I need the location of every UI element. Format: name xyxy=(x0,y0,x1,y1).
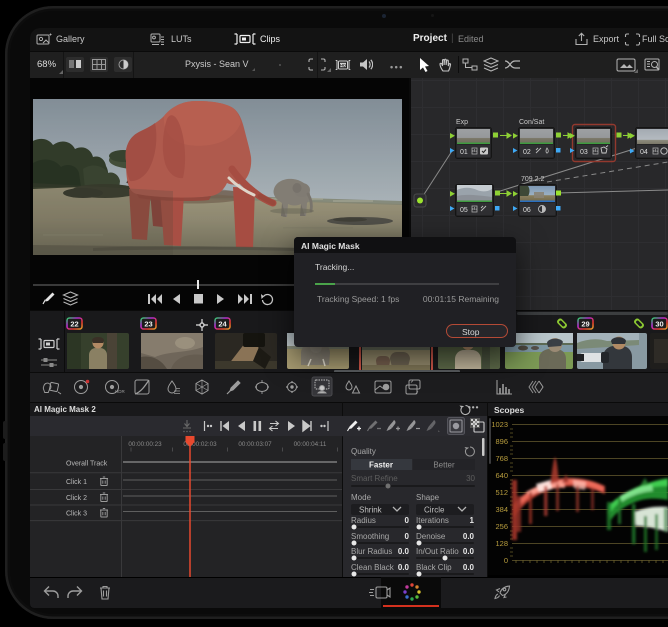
svg-text:Faster: Faster xyxy=(369,461,393,470)
svg-text:Smoothing: Smoothing xyxy=(351,532,389,541)
svg-text:Denoise: Denoise xyxy=(416,532,446,541)
svg-text:0.0: 0.0 xyxy=(398,563,410,572)
svg-text:Better: Better xyxy=(433,461,455,470)
svg-text:HQ: HQ xyxy=(340,63,346,68)
svg-text:Con/Sat: Con/Sat xyxy=(519,119,544,126)
svg-text:0.0: 0.0 xyxy=(463,547,475,556)
svg-text:Circle: Circle xyxy=(424,506,445,515)
svg-text:Overall Track: Overall Track xyxy=(66,461,108,468)
svg-text:24: 24 xyxy=(218,320,227,329)
svg-text:768: 768 xyxy=(495,454,508,463)
svg-text:23: 23 xyxy=(144,320,152,329)
svg-text:00:00:00:23: 00:00:00:23 xyxy=(128,441,162,448)
svg-text:709 2.2: 709 2.2 xyxy=(521,176,544,183)
svg-text:00:00:04:11: 00:00:04:11 xyxy=(294,441,327,448)
svg-text:00:00:03:07: 00:00:03:07 xyxy=(238,441,272,448)
svg-text:02: 02 xyxy=(523,149,531,156)
svg-text:Blur Radius: Blur Radius xyxy=(351,547,392,556)
svg-text:Shape: Shape xyxy=(416,493,440,502)
svg-text:640: 640 xyxy=(495,471,508,480)
svg-text:04: 04 xyxy=(640,149,648,156)
svg-text:29: 29 xyxy=(581,320,589,329)
svg-text:Iterations: Iterations xyxy=(416,516,449,525)
svg-text:01: 01 xyxy=(460,149,468,156)
svg-text:512: 512 xyxy=(495,488,508,497)
svg-text:Click 3: Click 3 xyxy=(66,511,87,518)
svg-text:Exp: Exp xyxy=(456,119,468,126)
svg-text:1: 1 xyxy=(470,516,475,525)
svg-text:896: 896 xyxy=(495,437,508,446)
svg-text:0: 0 xyxy=(504,556,508,565)
svg-text:0.0: 0.0 xyxy=(398,547,410,556)
svg-text:384: 384 xyxy=(495,505,508,514)
svg-text:Click 1: Click 1 xyxy=(66,479,87,486)
svg-text:Mode: Mode xyxy=(351,493,372,502)
svg-text:03: 03 xyxy=(580,149,588,156)
svg-text:Radius: Radius xyxy=(351,516,376,525)
svg-text:Click 2: Click 2 xyxy=(66,495,87,502)
svg-text:30: 30 xyxy=(466,474,475,483)
svg-text:Quality: Quality xyxy=(351,447,376,456)
svg-text:256: 256 xyxy=(495,522,508,531)
svg-text:0: 0 xyxy=(405,516,410,525)
svg-text:128: 128 xyxy=(495,539,508,548)
svg-text:HDR: HDR xyxy=(115,389,125,394)
svg-text:Smart Refine: Smart Refine xyxy=(351,474,398,483)
svg-text:06: 06 xyxy=(523,207,531,214)
svg-text:1023: 1023 xyxy=(491,420,508,429)
svg-text:Clean Black: Clean Black xyxy=(351,563,395,572)
svg-text:0.0: 0.0 xyxy=(463,532,475,541)
svg-text:22: 22 xyxy=(70,320,78,329)
svg-text:05: 05 xyxy=(460,207,468,214)
svg-text:0.0: 0.0 xyxy=(463,563,475,572)
svg-text:30: 30 xyxy=(655,320,663,329)
svg-text:Shrink: Shrink xyxy=(359,506,383,515)
svg-text:0: 0 xyxy=(405,532,410,541)
svg-text:Black Clip: Black Clip xyxy=(416,563,452,572)
svg-text:In/Out Ratio: In/Out Ratio xyxy=(416,547,459,556)
